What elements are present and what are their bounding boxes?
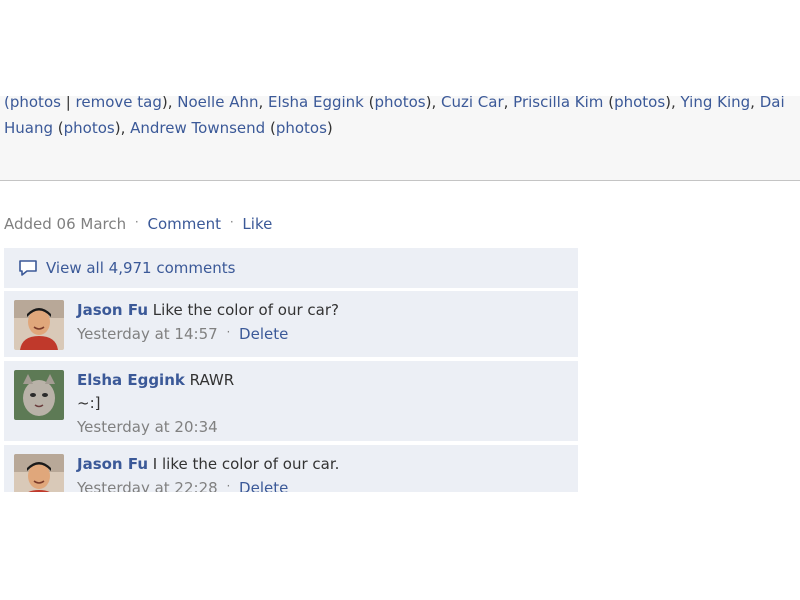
comment-author-link[interactable]: Jason Fu <box>77 455 148 473</box>
comment-body: Elsha Eggink RAWR <box>77 369 570 392</box>
comment-meta: Yesterday at 14:57 · Delete <box>77 322 570 347</box>
comment-author-link[interactable]: Jason Fu <box>77 301 148 319</box>
comment-item: Jason Fu Like the color of our car? Yest… <box>4 291 578 357</box>
comment-meta: Yesterday at 22:28 · Delete <box>77 476 570 492</box>
comment-body: Jason Fu Like the color of our car? <box>77 299 570 322</box>
comments-box: View all 4,971 comments Jason Fu Like th… <box>4 248 578 492</box>
comment-text: Like the color of our car? <box>152 301 339 319</box>
comment-item: Jason Fu I like the color of our car. Ye… <box>4 445 578 492</box>
tag-panel: (photos | remove tag), Noelle Ahn, Elsha… <box>0 0 800 181</box>
avatar[interactable] <box>14 454 64 492</box>
comment-body: Jason Fu I like the color of our car. <box>77 453 570 476</box>
avatar[interactable] <box>14 300 64 350</box>
comment-timestamp: Yesterday at 22:28 <box>77 479 218 492</box>
comment-meta: Yesterday at 20:34 <box>77 415 570 439</box>
tag-list: (photos | remove tag), Noelle Ahn, Elsha… <box>4 92 800 140</box>
added-date: Added 06 March <box>4 215 127 233</box>
delete-comment-link[interactable]: Delete <box>239 325 288 343</box>
separator: · <box>226 325 231 339</box>
tag-huang[interactable]: Huang <box>4 119 53 137</box>
comment-text: RAWR <box>189 371 235 389</box>
comment-text-line-2: ~:] <box>77 394 101 412</box>
comment-timestamp: Yesterday at 14:57 <box>77 325 218 343</box>
andrew-photos-link[interactable]: photos <box>276 119 327 137</box>
separator: · <box>229 215 234 229</box>
cropped-top-area <box>0 0 800 96</box>
comment-author-link[interactable]: Elsha Eggink <box>77 371 185 389</box>
avatar[interactable] <box>14 370 64 420</box>
tag-line-2: Huang (photos), Andrew Townsend (photos) <box>4 119 333 137</box>
view-all-comments-row[interactable]: View all 4,971 comments <box>4 248 578 288</box>
huang-photos-link[interactable]: photos <box>64 119 115 137</box>
like-link[interactable]: Like <box>242 215 272 233</box>
delete-comment-link[interactable]: Delete <box>239 479 288 492</box>
separator: · <box>226 479 231 492</box>
tag-andrew-townsend[interactable]: Andrew Townsend <box>130 119 265 137</box>
view-all-comments-link[interactable]: View all 4,971 comments <box>46 259 235 277</box>
comment-item: Elsha Eggink RAWR ~:] Yesterday at 20:34 <box>4 361 578 441</box>
separator: · <box>134 215 139 229</box>
post-meta: Added 06 March · Comment · Like <box>4 212 272 236</box>
comment-link[interactable]: Comment <box>148 215 222 233</box>
comment-timestamp: Yesterday at 20:34 <box>77 418 218 436</box>
comment-text: I like the color of our car. <box>152 455 340 473</box>
comment-bubble-icon <box>19 260 37 276</box>
